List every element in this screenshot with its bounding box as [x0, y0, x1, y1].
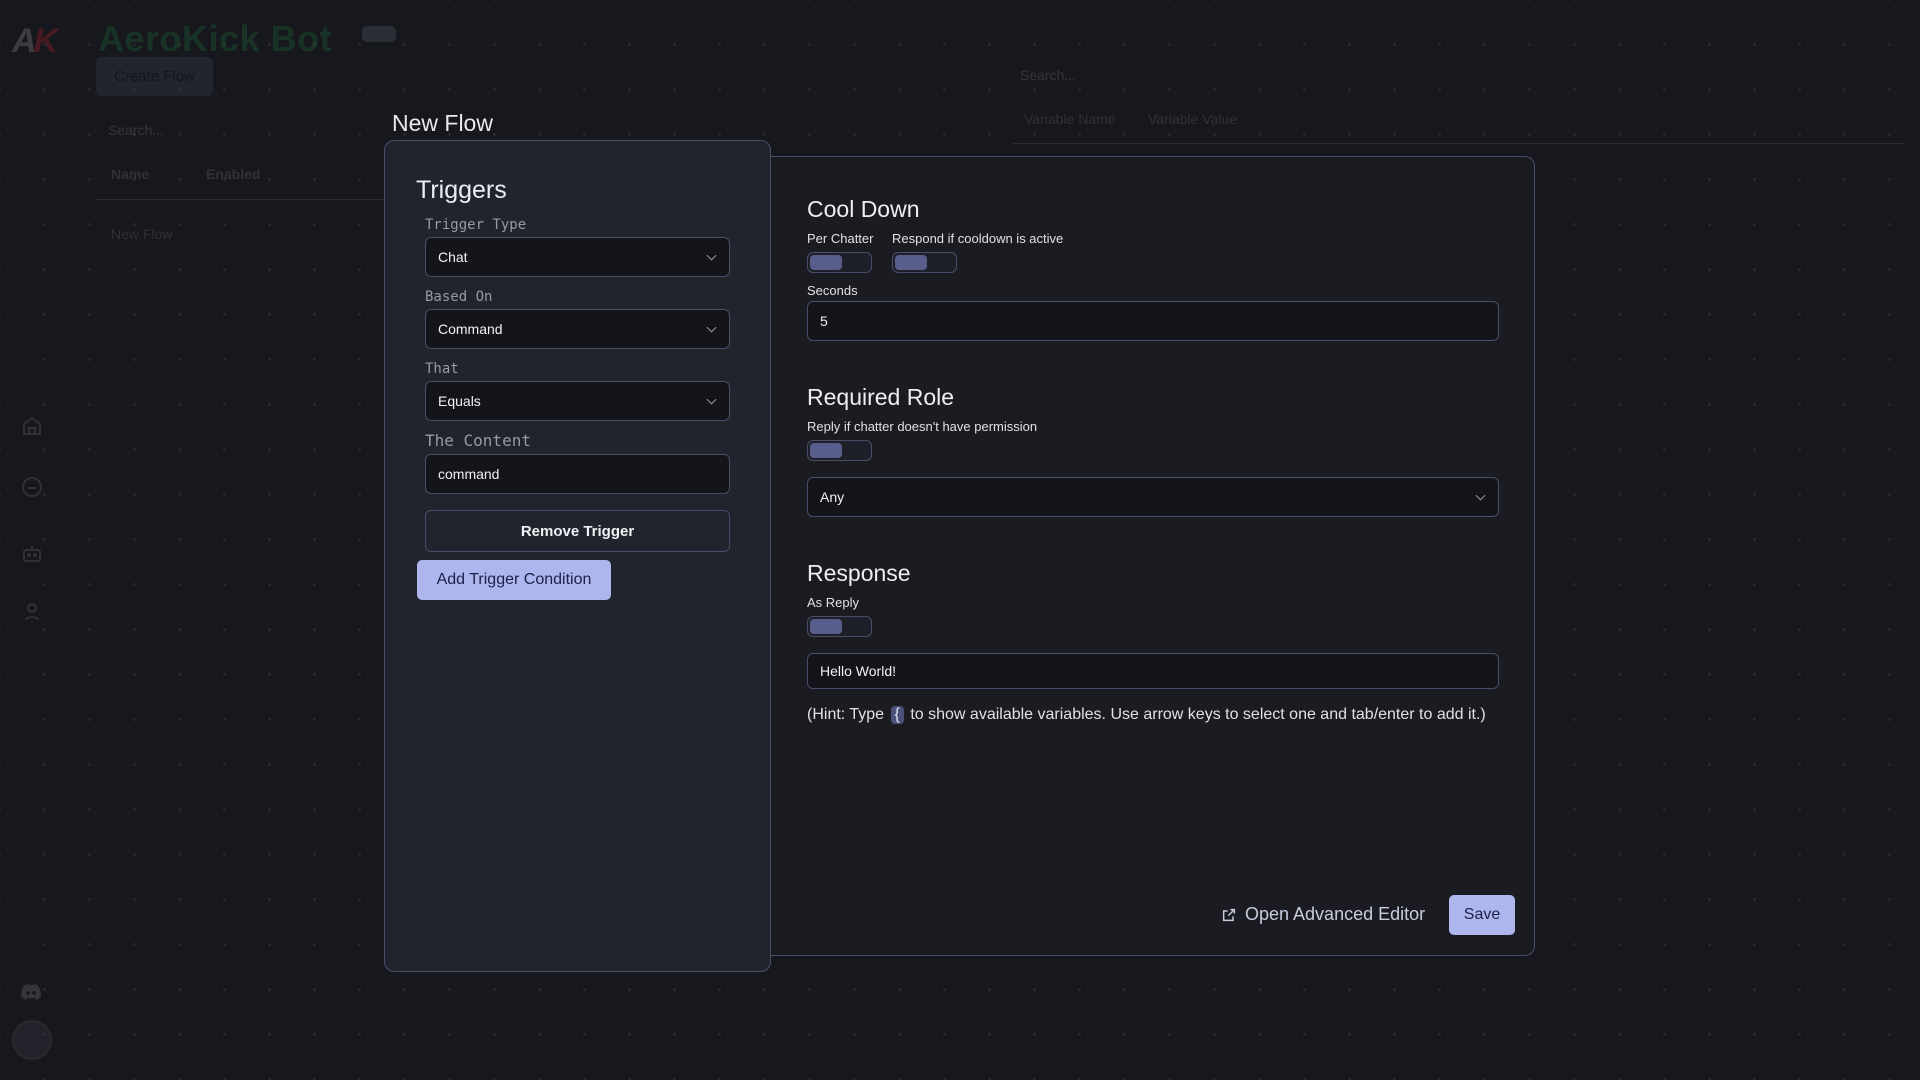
flow-settings-panel	[770, 156, 1535, 956]
flows-search-input[interactable]: Search...	[108, 122, 164, 138]
create-flow-button[interactable]: Create Flow	[96, 57, 213, 96]
seconds-value: 5	[820, 313, 828, 329]
app-logo: AK	[12, 22, 58, 60]
required-role-select[interactable]: Any	[807, 477, 1499, 517]
that-value: Equals	[438, 393, 481, 409]
variables-hint: (Hint: Type { to show available variable…	[807, 706, 1486, 724]
toggle-knob	[895, 255, 927, 270]
open-advanced-editor-link[interactable]: Open Advanced Editor	[1221, 904, 1425, 925]
flows-column-name: Name	[111, 166, 150, 182]
chevron-down-icon	[706, 322, 717, 333]
variables-column-value: Variable Value	[1148, 111, 1237, 127]
trigger-type-value: Chat	[438, 249, 468, 265]
hint-text: (Hint: Type	[807, 706, 885, 723]
toggle-knob	[810, 619, 842, 634]
response-message-value: Hello World!	[820, 663, 896, 679]
divider	[96, 199, 386, 200]
discord-icon[interactable]	[16, 980, 46, 1004]
bot-icon[interactable]	[20, 542, 44, 566]
required-role-heading: Required Role	[807, 384, 955, 410]
as-reply-label: As Reply	[807, 595, 860, 610]
advanced-editor-label: Open Advanced Editor	[1245, 904, 1426, 924]
chevron-down-icon	[706, 394, 717, 405]
avatar[interactable]	[12, 1020, 52, 1060]
seconds-label: Seconds	[807, 283, 858, 298]
respond-if-active-toggle[interactable]	[892, 252, 957, 273]
external-link-icon	[1222, 908, 1236, 921]
based-on-value: Command	[438, 321, 503, 337]
toggle-knob	[810, 443, 842, 458]
content-input[interactable]: command	[425, 454, 730, 494]
cooldown-heading: Cool Down	[807, 196, 920, 222]
triggers-heading: Triggers	[416, 176, 507, 204]
response-heading: Response	[807, 560, 911, 586]
as-reply-toggle[interactable]	[807, 616, 872, 637]
hint-key: {	[890, 706, 904, 724]
that-select[interactable]: Equals	[425, 381, 730, 421]
per-chatter-label: Per Chatter	[807, 231, 874, 246]
modal-title: New Flow	[392, 110, 493, 136]
chat-icon[interactable]	[20, 475, 44, 499]
version-badge	[362, 26, 396, 42]
that-label: That	[425, 361, 459, 377]
content-value: command	[438, 466, 500, 482]
based-on-label: Based On	[425, 289, 493, 305]
required-role-value: Any	[820, 489, 845, 505]
variables-search-input[interactable]: Search...	[1020, 67, 1076, 83]
based-on-select[interactable]: Command	[425, 309, 730, 349]
content-label: The Content	[425, 431, 531, 450]
add-trigger-condition-button[interactable]: Add Trigger Condition	[417, 560, 611, 600]
chevron-down-icon	[706, 250, 717, 261]
reply-no-permission-toggle[interactable]	[807, 440, 872, 461]
toggle-knob	[810, 255, 842, 270]
flow-list-item[interactable]: New Flow	[111, 226, 172, 242]
flows-column-enabled: Enabled	[206, 166, 261, 182]
home-icon[interactable]	[20, 414, 44, 438]
reply-no-permission-label: Reply if chatter doesn't have permission	[807, 419, 1038, 434]
chevron-down-icon	[1475, 490, 1486, 501]
seconds-input[interactable]: 5	[807, 301, 1499, 341]
respond-if-active-label: Respond if cooldown is active	[892, 231, 1064, 246]
user-icon[interactable]	[20, 600, 44, 624]
variables-column-name: Variable Name	[1024, 111, 1116, 127]
trigger-type-label: Trigger Type	[425, 217, 527, 233]
remove-trigger-button[interactable]: Remove Trigger	[425, 510, 730, 552]
save-button[interactable]: Save	[1449, 895, 1515, 935]
hint-text: to show available variables. Use arrow k…	[910, 706, 1486, 723]
response-message-input[interactable]: Hello World!	[807, 653, 1499, 689]
per-chatter-toggle[interactable]	[807, 252, 872, 273]
divider	[1012, 143, 1905, 144]
trigger-type-select[interactable]: Chat	[425, 237, 730, 277]
app-title: AeroKick Bot	[98, 18, 333, 59]
